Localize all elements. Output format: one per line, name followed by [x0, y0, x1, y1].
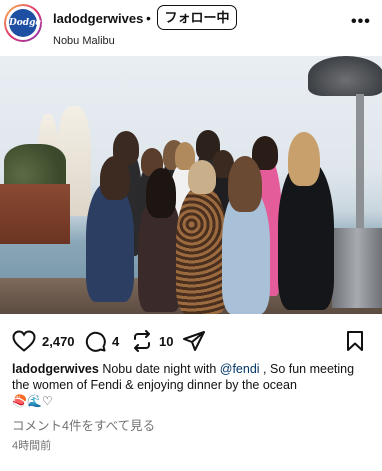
post-actions: 2,470 4 10 [0, 314, 382, 364]
bookmark-icon[interactable] [346, 330, 364, 352]
like-count[interactable]: 2,470 [42, 334, 75, 349]
post-photo[interactable] [0, 56, 382, 314]
heart-icon[interactable] [12, 330, 36, 352]
repost-count[interactable]: 10 [159, 334, 173, 349]
following-button[interactable]: フォロー中 [157, 5, 237, 30]
separator-dot: • [146, 10, 151, 26]
comment-action: 4 [84, 330, 119, 352]
planter [0, 184, 70, 244]
view-all-comments-link[interactable]: コメント4件をすべて見る [12, 415, 155, 434]
more-options-icon[interactable]: ••• [351, 13, 371, 31]
caption-text: Nobu date night with [98, 362, 220, 376]
post-caption: ladodgerwives Nobu date night with @fend… [12, 361, 374, 393]
dodgers-logo-icon: Dodgers [9, 9, 51, 37]
caption-emojis: 🍣🌊♡ [12, 394, 53, 408]
post-header: Dodgers ladodgerwives • フォロー中 Nobu Malib… [0, 0, 382, 56]
person [86, 182, 134, 302]
avatar[interactable]: Dodgers [4, 4, 51, 42]
repost-action: 10 [131, 330, 173, 352]
person [176, 186, 228, 314]
plant [4, 144, 66, 188]
comment-icon[interactable] [84, 330, 106, 352]
share-icon[interactable] [182, 330, 206, 352]
location-link[interactable]: Nobu Malibu [53, 35, 115, 47]
post-timestamp: 4時間前 [12, 440, 52, 452]
share-action [182, 330, 206, 352]
save-action [346, 330, 364, 352]
patio-heater [308, 56, 382, 96]
like-action: 2,470 [12, 330, 75, 352]
caption-username[interactable]: ladodgerwives [12, 362, 99, 376]
repost-icon[interactable] [131, 330, 153, 352]
mention-link[interactable]: @fendi [220, 362, 260, 376]
username-link[interactable]: ladodgerwives [53, 11, 143, 26]
comment-count[interactable]: 4 [112, 334, 119, 349]
